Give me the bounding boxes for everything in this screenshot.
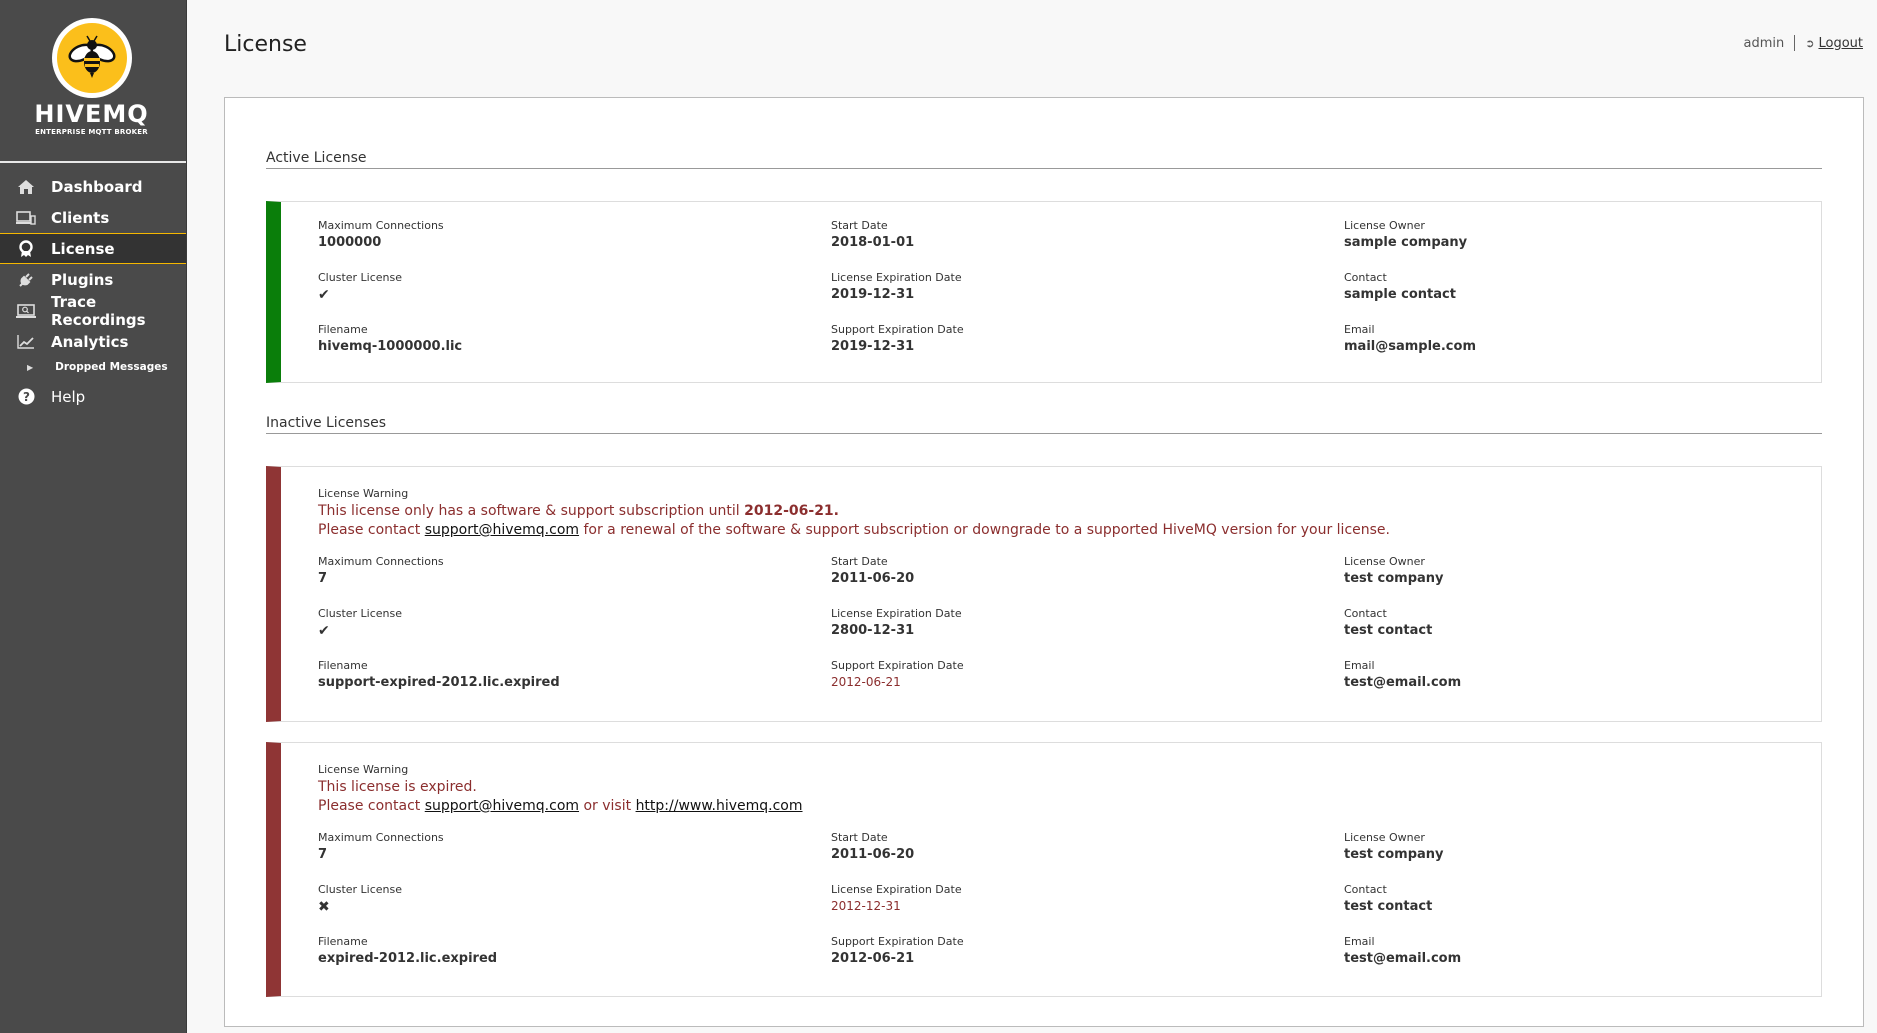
license-owner-value: sample company <box>1344 235 1468 250</box>
license-owner-field: License Owner sample company <box>1344 218 1744 270</box>
sidebar-item-trace-recordings[interactable]: Trace Recordings <box>0 292 186 329</box>
sidebar-item-plugins[interactable]: Plugins <box>0 264 186 295</box>
divider <box>1794 35 1796 51</box>
filename-value: hivemq-1000000.lic <box>318 339 463 354</box>
check-icon: ✔ <box>318 287 330 303</box>
sidebar-item-label: License <box>51 239 115 258</box>
sidebar-nav: Dashboard Clients License Plugins Trace … <box>0 171 186 412</box>
expired-date-value: 2012-12-31 <box>831 899 901 913</box>
bee-logo-icon <box>52 18 132 98</box>
sidebar-item-dashboard[interactable]: Dashboard <box>0 171 186 202</box>
contact-field: Contact test contact <box>1344 883 1433 914</box>
support-email-link[interactable]: support@hivemq.com <box>425 522 579 538</box>
filename-field: Filename expired-2012.lic.expired <box>318 935 498 966</box>
max-connections-value: 1000000 <box>318 235 382 250</box>
logout-link[interactable]: Logout <box>1818 36 1863 51</box>
license-owner-field: License Owner test company <box>1344 555 1444 586</box>
license-warning: License Warning This license is expired.… <box>318 763 803 814</box>
sidebar-item-label: Help <box>51 387 86 406</box>
sidebar-item-clients[interactable]: Clients <box>0 202 186 233</box>
max-connections-field: Maximum Connections 7 <box>318 555 444 586</box>
sidebar-item-label: Analytics <box>51 332 129 351</box>
username: admin <box>1743 35 1785 51</box>
sidebar-item-analytics[interactable]: Analytics <box>0 326 186 357</box>
svg-text:?: ? <box>23 390 30 404</box>
line-chart-icon <box>16 332 36 352</box>
logout-icon: ➲ <box>1805 36 1815 50</box>
cross-icon: ✖ <box>318 899 330 915</box>
start-date-value: 2018-01-01 <box>831 235 915 250</box>
license-expiration-field: License Expiration Date 2019-12-31 <box>831 270 1344 322</box>
cluster-license-field: Cluster License ✔ <box>318 606 831 658</box>
license-panel: Active License Maximum Connections 10000… <box>224 97 1864 1027</box>
sidebar-item-label: Trace Recordings <box>51 292 146 329</box>
max-connections-field: Maximum Connections 1000000 <box>318 218 831 270</box>
support-email-link[interactable]: support@hivemq.com <box>425 798 579 814</box>
check-icon: ✔ <box>318 623 330 639</box>
sidebar-subitem-label: Dropped Messages <box>55 361 168 373</box>
sidebar: HIVEMQ ENTERPRISE MQTT BROKER Dashboard … <box>0 0 187 1033</box>
home-icon <box>16 177 36 197</box>
page-title: License <box>224 32 307 57</box>
logo[interactable]: HIVEMQ ENTERPRISE MQTT BROKER <box>0 0 186 163</box>
start-date-field: Start Date 2011-06-20 <box>831 555 915 586</box>
sidebar-item-license[interactable]: License <box>0 233 186 264</box>
active-license-card: Maximum Connections 1000000 Start Date 2… <box>266 201 1822 383</box>
inactive-licenses-heading: Inactive Licenses <box>266 415 1822 434</box>
sidebar-item-label: Clients <box>51 208 110 227</box>
inactive-license-card: License Warning This license only has a … <box>266 466 1822 722</box>
email-field: Email test@email.com <box>1344 659 1462 690</box>
cluster-license-field: Cluster License ✔ <box>318 270 831 322</box>
award-icon <box>16 239 36 259</box>
user-area: admin ➲ Logout <box>1744 35 1863 51</box>
hivemq-website-link[interactable]: http://www.hivemq.com <box>636 798 803 814</box>
email-field: Email test@email.com <box>1344 935 1462 966</box>
support-expiration-field: Support Expiration Date 2012-06-21 <box>831 658 1344 710</box>
expired-date-value: 2012-06-21 <box>831 675 901 689</box>
license-expiration-field: License Expiration Date 2012-12-31 <box>831 882 1344 934</box>
contact-field: Contact sample contact <box>1344 270 1744 322</box>
support-expiration-value: 2019-12-31 <box>831 339 915 354</box>
sidebar-item-label: Dashboard <box>51 177 143 196</box>
cluster-license-field: Cluster License ✖ <box>318 882 831 934</box>
email-value: mail@sample.com <box>1344 339 1476 354</box>
license-owner-field: License Owner test company <box>1344 831 1444 862</box>
brand-tagline: ENTERPRISE MQTT BROKER <box>35 128 148 136</box>
license-warning: License Warning This license only has a … <box>318 487 1390 538</box>
laptop-search-icon <box>16 301 36 321</box>
license-expiration-field: License Expiration Date 2800-12-31 <box>831 607 962 638</box>
start-date-field: Start Date 2011-06-20 <box>831 831 915 862</box>
support-expiration-field: Support Expiration Date 2012-06-21 <box>831 935 964 966</box>
sidebar-subitem-dropped-messages[interactable]: ▶ Dropped Messages <box>0 357 186 377</box>
max-connections-field: Maximum Connections 7 <box>318 831 444 862</box>
sidebar-item-help[interactable]: ? Help <box>0 381 186 412</box>
contact-field: Contact test contact <box>1344 607 1433 638</box>
support-expiration-field: Support Expiration Date 2019-12-31 <box>831 322 1344 374</box>
sidebar-item-label: Plugins <box>51 270 114 289</box>
email-field: Email mail@sample.com <box>1344 322 1744 374</box>
contact-value: sample contact <box>1344 287 1456 302</box>
license-expiration-value: 2019-12-31 <box>831 287 915 302</box>
question-circle-icon: ? <box>16 387 36 407</box>
devices-icon <box>16 208 36 228</box>
start-date-field: Start Date 2018-01-01 <box>831 218 1344 270</box>
filename-field: Filename hivemq-1000000.lic <box>318 322 831 374</box>
active-license-heading: Active License <box>266 150 1822 169</box>
plug-icon <box>16 270 36 290</box>
brand-name: HIVEMQ <box>34 100 149 128</box>
caret-right-icon: ▶ <box>27 362 34 372</box>
inactive-license-card: License Warning This license is expired.… <box>266 742 1822 997</box>
filename-field: Filename support-expired-2012.lic.expire… <box>318 659 560 690</box>
